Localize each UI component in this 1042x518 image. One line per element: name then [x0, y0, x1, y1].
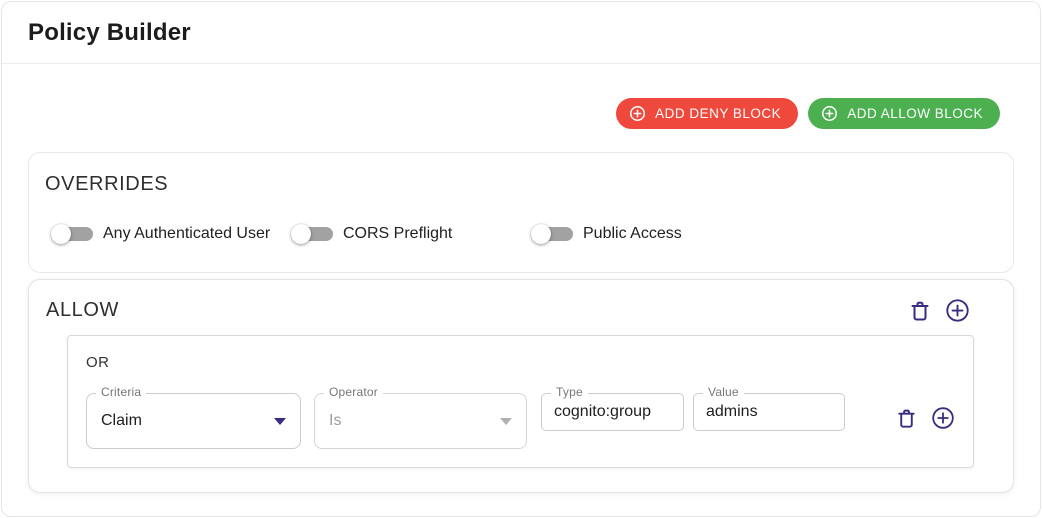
toggle-cors-preflight: CORS Preflight — [291, 222, 531, 246]
actions-row: ADD DENY BLOCK ADD ALLOW BLOCK — [28, 98, 1014, 129]
allow-block-title: ALLOW — [46, 299, 120, 321]
add-deny-block-button[interactable]: ADD DENY BLOCK — [616, 98, 799, 129]
type-field-label: Type — [551, 385, 588, 399]
allow-block-header: ALLOW — [45, 296, 997, 323]
operator-select-label: Operator — [324, 385, 383, 399]
operator-select[interactable]: Operator Is — [314, 385, 527, 449]
toggle-any-authenticated-user: Any Authenticated User — [51, 222, 291, 246]
plus-circle-icon — [931, 407, 955, 433]
switch-thumb — [291, 224, 311, 244]
criteria-select-label: Criteria — [96, 385, 147, 399]
allow-block-actions — [908, 298, 970, 323]
plus-circle-icon — [629, 105, 646, 122]
toggle-switch[interactable] — [51, 222, 93, 246]
value-field-label: Value — [703, 385, 744, 399]
trash-icon — [908, 301, 932, 326]
criteria-select-value: Claim — [101, 412, 142, 429]
type-input[interactable] — [542, 394, 683, 430]
add-allow-block-label: ADD ALLOW BLOCK — [847, 106, 983, 121]
delete-block-button[interactable] — [908, 299, 932, 323]
rule-actions — [895, 406, 955, 430]
rule-row: Criteria Claim Operator Is Type cognito:… — [86, 385, 955, 449]
panel-header: Policy Builder — [2, 2, 1040, 64]
criteria-select[interactable]: Criteria Claim — [86, 385, 301, 449]
rule-group-card: OR Criteria Claim Operator Is Type cogni… — [67, 335, 974, 468]
policy-builder-panel: Policy Builder ADD DENY BLOCK ADD ALLOW … — [1, 1, 1041, 517]
overrides-section: OVERRIDES Any Authenticated User CORS Pr… — [28, 152, 1014, 273]
plus-circle-icon — [945, 299, 970, 326]
overrides-title: OVERRIDES — [45, 173, 169, 195]
toggle-label: CORS Preflight — [343, 225, 453, 242]
value-field: Value — [693, 385, 845, 431]
toggle-label: Public Access — [583, 225, 682, 242]
dropdown-caret-icon — [500, 417, 512, 425]
add-rule-button[interactable] — [931, 406, 955, 430]
add-deny-block-label: ADD DENY BLOCK — [655, 106, 782, 121]
trash-icon — [895, 409, 918, 433]
group-operator-label: OR — [86, 354, 110, 371]
toggle-public-access: Public Access — [531, 222, 771, 246]
page-title: Policy Builder — [28, 18, 191, 46]
allow-block-section: ALLOW OR Criteria Claim Operator Is Type… — [28, 279, 1014, 493]
operator-select-value: Is — [329, 412, 342, 429]
add-allow-block-button[interactable]: ADD ALLOW BLOCK — [808, 98, 1000, 129]
switch-thumb — [531, 224, 551, 244]
overrides-toggles-row: Any Authenticated User CORS Preflight Pu… — [51, 222, 997, 246]
plus-circle-icon — [821, 105, 838, 122]
switch-thumb — [51, 224, 71, 244]
panel-content: ADD DENY BLOCK ADD ALLOW BLOCK OVERRIDES — [2, 98, 1040, 493]
type-field: Type — [541, 385, 684, 431]
value-input[interactable] — [694, 394, 844, 430]
delete-rule-button[interactable] — [895, 407, 918, 430]
toggle-switch[interactable] — [531, 222, 573, 246]
add-group-button[interactable] — [945, 298, 970, 323]
toggle-switch[interactable] — [291, 222, 333, 246]
toggle-label: Any Authenticated User — [103, 225, 271, 242]
dropdown-caret-icon — [274, 417, 286, 425]
